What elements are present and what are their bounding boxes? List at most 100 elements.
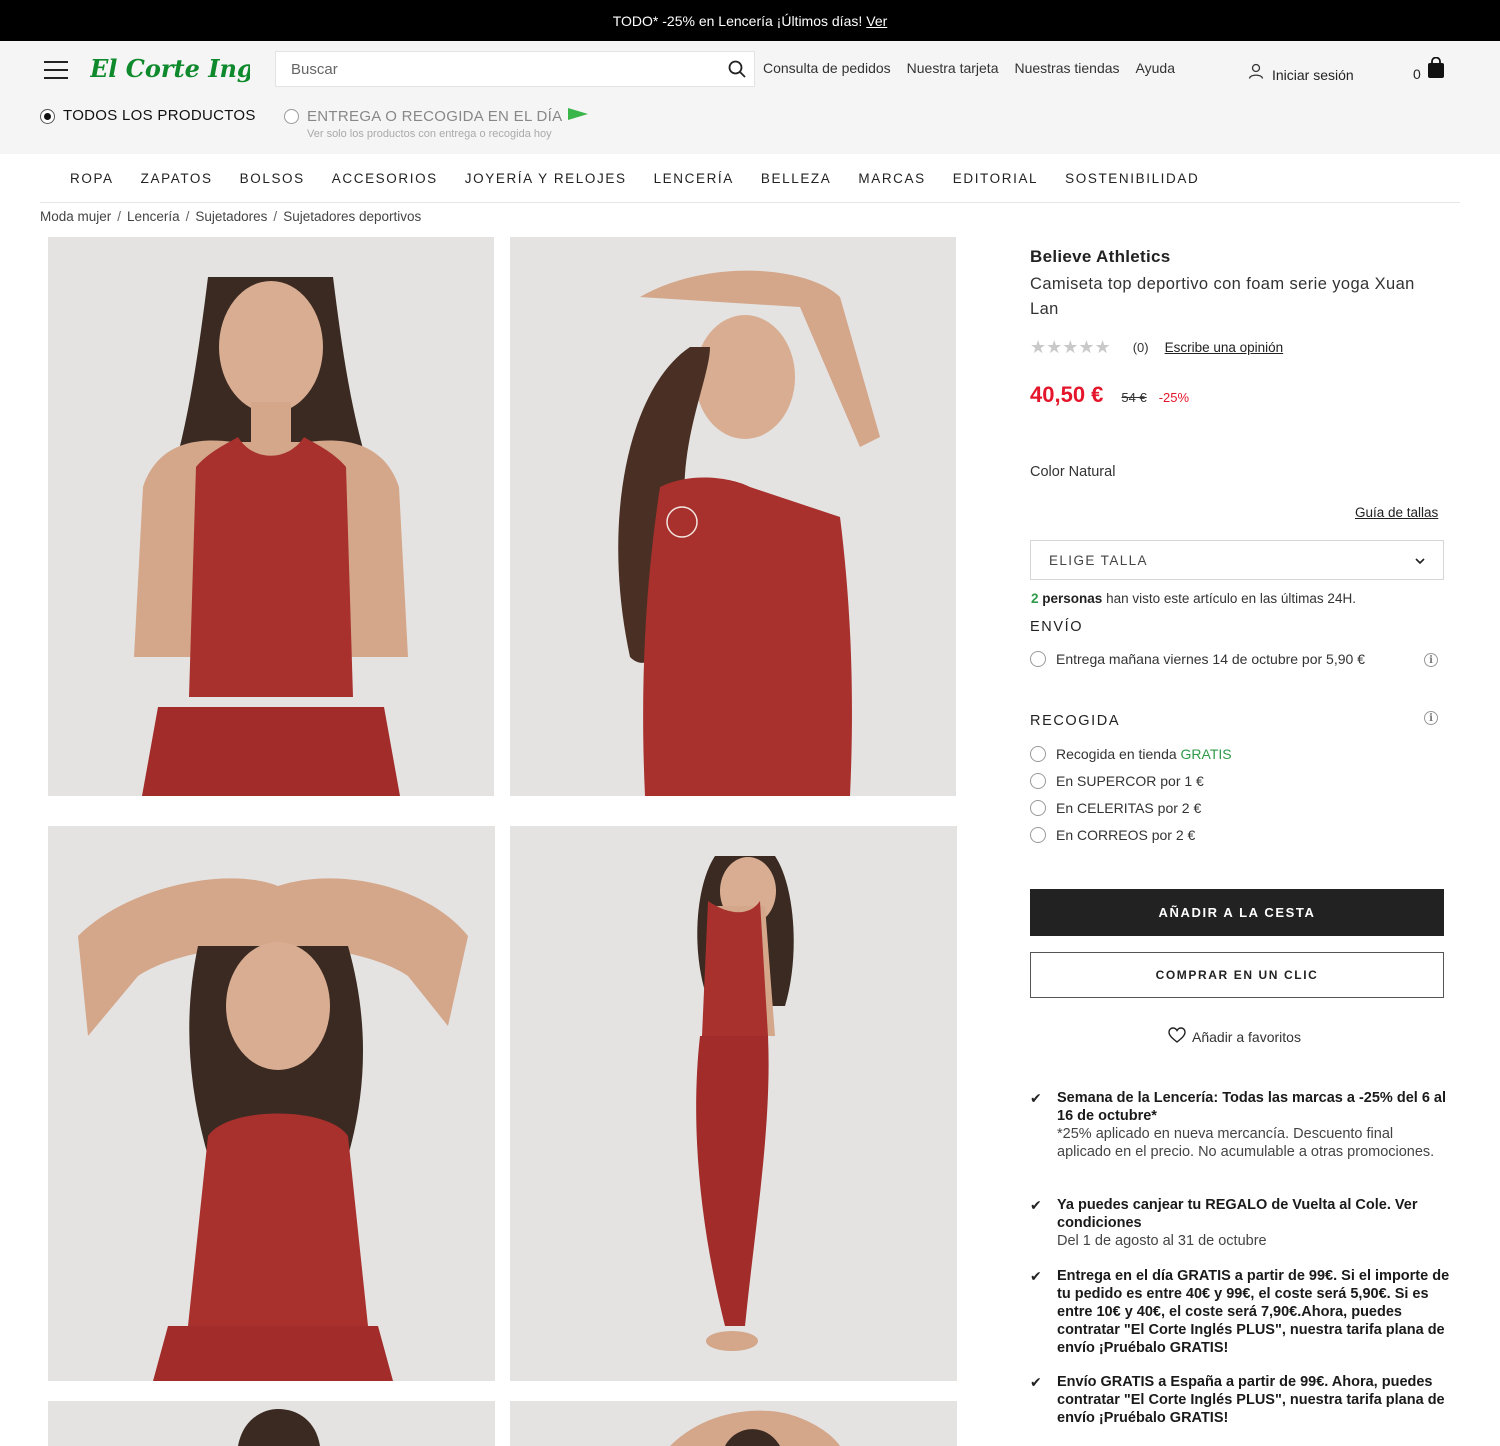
- benefit-title: Envío GRATIS a España a partir de 99€. A…: [1057, 1374, 1445, 1426]
- pickup-store-label: Recogida en tienda: [1056, 746, 1177, 762]
- cart-count: 0: [1413, 66, 1421, 82]
- product-title: Camiseta top deportivo con foam serie yo…: [1030, 275, 1415, 318]
- shopping-bag-icon: [1427, 56, 1445, 82]
- check-icon: ✔: [1030, 1374, 1042, 1390]
- svg-text:El Corte Inglés: El Corte Inglés: [90, 54, 250, 83]
- shipping-option[interactable]: Entrega mañana viernes 14 de octubre por…: [1030, 651, 1365, 667]
- check-icon: ✔: [1030, 1268, 1042, 1284]
- product-photo-back[interactable]: [510, 237, 956, 796]
- breadcrumb-item[interactable]: Moda mujer: [40, 209, 111, 224]
- nav-item-lenceria[interactable]: LENCERÍA: [654, 171, 734, 186]
- nav-item-accesorios[interactable]: ACCESORIOS: [332, 171, 438, 186]
- nav-item-marcas[interactable]: MARCAS: [858, 171, 925, 186]
- breadcrumb-item[interactable]: Sujetadores deportivos: [283, 209, 421, 224]
- nav-item-ropa[interactable]: ROPA: [70, 171, 114, 186]
- size-guide-link[interactable]: Guía de tallas: [1355, 505, 1438, 520]
- star-rating-icon: ★★★★★: [1030, 337, 1111, 357]
- search-icon[interactable]: [720, 52, 754, 86]
- chevron-down-icon: [1415, 553, 1425, 568]
- brand-name[interactable]: Believe Athletics: [1030, 247, 1171, 267]
- benefit-title: Ya puedes canjear tu REGALO de Vuelta al…: [1057, 1197, 1418, 1231]
- filter-all-label: TODOS LOS PRODUCTOS: [63, 107, 256, 124]
- promo-bar: TODO* -25% en Lencería ¡Últimos días! Ve…: [0, 0, 1500, 41]
- nav-item-bolsos[interactable]: BOLSOS: [240, 171, 305, 186]
- benefit-item: ✔ Semana de la Lencería: Todas las marca…: [1030, 1089, 1450, 1161]
- pickup-option-correos[interactable]: En CORREOS por 2 €: [1030, 827, 1195, 843]
- breadcrumb-item[interactable]: Sujetadores: [195, 209, 267, 224]
- pickup-option-store[interactable]: Recogida en tienda GRATIS: [1030, 746, 1232, 762]
- pickup-store-free: GRATIS: [1180, 746, 1232, 762]
- nav-item-sostenibilidad[interactable]: SOSTENIBILIDAD: [1065, 171, 1199, 186]
- pickup-radio[interactable]: [1030, 827, 1046, 843]
- benefit-item: ✔ Entrega en el día GRATIS a partir de 9…: [1030, 1267, 1450, 1357]
- menu-icon[interactable]: [44, 61, 68, 79]
- nav-item-editorial[interactable]: EDITORIAL: [953, 171, 1038, 186]
- add-to-cart-button[interactable]: AÑADIR A LA CESTA: [1030, 889, 1444, 936]
- nav-item-belleza[interactable]: BELLEZA: [761, 171, 831, 186]
- nav-item-zapatos[interactable]: ZAPATOS: [141, 171, 213, 186]
- search-input[interactable]: [276, 60, 720, 78]
- top-links: Consulta de pedidos Nuestra tarjeta Nues…: [763, 60, 1175, 76]
- pickup-title: RECOGIDA: [1030, 713, 1121, 729]
- nav-item-joyeria[interactable]: JOYERÍA Y RELOJES: [465, 171, 627, 186]
- product-photo-front[interactable]: [48, 237, 494, 796]
- product-photo-arms-up[interactable]: [48, 826, 495, 1381]
- rating-count: (0): [1132, 340, 1149, 355]
- filter-same-day-label: ENTREGA O RECOGIDA EN EL DÍA: [307, 107, 563, 125]
- filter-all[interactable]: TODOS LOS PRODUCTOS: [40, 107, 256, 124]
- link-card[interactable]: Nuestra tarjeta: [907, 60, 999, 76]
- size-select-label: ELIGE TALLA: [1049, 552, 1148, 568]
- favorites-label: Añadir a favoritos: [1192, 1028, 1301, 1045]
- product-photo-side[interactable]: [510, 826, 957, 1381]
- promo-link[interactable]: Ver: [866, 13, 887, 29]
- logo[interactable]: El Corte Inglés: [89, 49, 292, 89]
- add-to-favorites-button[interactable]: Añadir a favoritos: [1168, 1027, 1301, 1046]
- info-icon[interactable]: i: [1424, 711, 1438, 725]
- write-review-link[interactable]: Escribe una opinión: [1165, 340, 1284, 355]
- link-orders[interactable]: Consulta de pedidos: [763, 60, 891, 76]
- benefit-title: Entrega en el día GRATIS a partir de 99€…: [1057, 1268, 1450, 1356]
- pickup-radio[interactable]: [1030, 800, 1046, 816]
- pickup-option-celeritas[interactable]: En CELERITAS por 2 €: [1030, 800, 1201, 816]
- search-box: [275, 51, 755, 87]
- pickup-radio[interactable]: [1030, 773, 1046, 789]
- pickup-celeritas-label: En CELERITAS por 2 €: [1056, 800, 1202, 816]
- breadcrumb-item[interactable]: Lencería: [127, 209, 180, 224]
- product-photo-6[interactable]: [510, 1401, 957, 1446]
- filter-same-day[interactable]: ENTREGA O RECOGIDA EN EL DÍA Ver solo lo…: [284, 107, 589, 140]
- product-photo-5[interactable]: [48, 1401, 495, 1446]
- heart-icon: [1168, 1027, 1186, 1046]
- benefit-sub: Del 1 de agosto al 31 de octubre: [1057, 1233, 1267, 1249]
- price-row: 40,50 € 54 € -25%: [1030, 382, 1189, 408]
- login-label: Iniciar sesión: [1272, 67, 1354, 83]
- promo-text: TODO* -25% en Lencería ¡Últimos días!: [612, 12, 863, 29]
- link-help[interactable]: Ayuda: [1136, 60, 1175, 76]
- link-stores[interactable]: Nuestras tiendas: [1014, 60, 1119, 76]
- flag-icon: [568, 107, 589, 125]
- pickup-option-supercor[interactable]: En SUPERCOR por 1 €: [1030, 773, 1204, 789]
- benefit-title: Semana de la Lencería: Todas las marcas …: [1057, 1090, 1447, 1124]
- viewers-count: 2: [1031, 591, 1039, 606]
- check-icon: ✔: [1030, 1197, 1042, 1213]
- shipping-radio[interactable]: [1030, 651, 1046, 667]
- viewers-people: personas: [1042, 591, 1103, 606]
- login-button[interactable]: Iniciar sesión: [1248, 61, 1354, 83]
- benefit-sub: *25% aplicado en nueva mercancía. Descue…: [1057, 1126, 1435, 1160]
- radio-same-day[interactable]: [284, 109, 299, 124]
- pickup-radio[interactable]: [1030, 746, 1046, 762]
- buy-one-click-button[interactable]: COMPRAR EN UN CLIC: [1030, 952, 1444, 998]
- size-select[interactable]: ELIGE TALLA: [1030, 540, 1444, 580]
- benefit-item[interactable]: ✔ Ya puedes canjear tu REGALO de Vuelta …: [1030, 1196, 1450, 1250]
- discount-badge: -25%: [1158, 390, 1190, 405]
- breadcrumb: Moda mujer / Lencería / Sujetadores / Su…: [40, 209, 422, 224]
- category-nav: ROPA ZAPATOS BOLSOS ACCESORIOS JOYERÍA Y…: [40, 154, 1460, 203]
- check-icon: ✔: [1030, 1090, 1042, 1106]
- cart-button[interactable]: 0: [1413, 56, 1445, 82]
- viewers-text: han visto este artículo en las últimas 2…: [1106, 591, 1356, 606]
- header: El Corte Inglés Consulta de pedidos Nues…: [0, 41, 1500, 154]
- info-icon[interactable]: i: [1424, 653, 1438, 667]
- radio-all[interactable]: [40, 109, 55, 124]
- current-price: 40,50 €: [1030, 382, 1104, 407]
- pickup-correos-label: En CORREOS por 2 €: [1056, 827, 1196, 843]
- benefit-item: ✔ Envío GRATIS a España a partir de 99€.…: [1030, 1373, 1450, 1427]
